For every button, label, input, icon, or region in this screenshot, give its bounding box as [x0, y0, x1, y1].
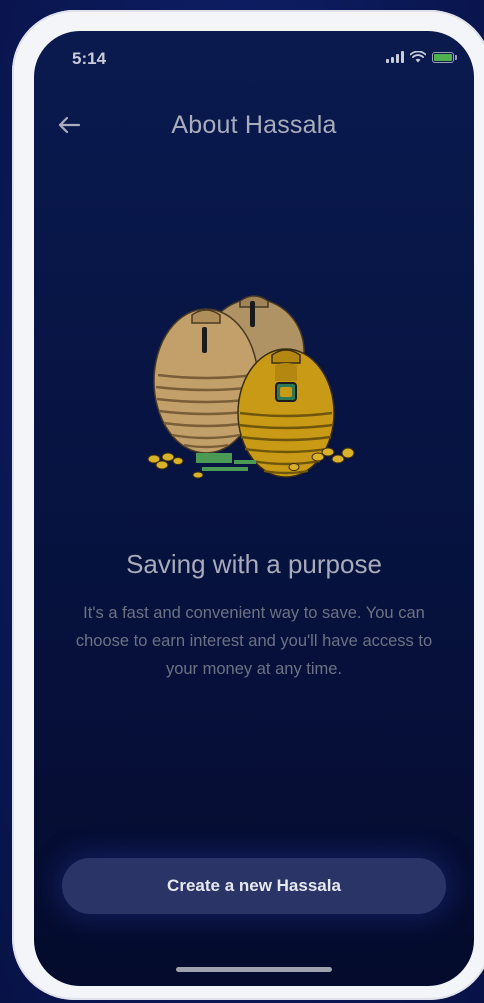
- savings-pots-illustration: [147, 295, 355, 479]
- description-text: It's a fast and convenient way to save. …: [75, 604, 433, 678]
- create-hassala-button[interactable]: Create a new Hassala: [62, 858, 446, 914]
- device-backdrop: 5:14 About Hassala Saving with a purpose…: [0, 0, 484, 1003]
- home-indicator[interactable]: [176, 967, 332, 972]
- cellular-signal-icon: [386, 51, 404, 63]
- headline: Saving with a purpose: [126, 549, 382, 579]
- battery-icon: [432, 51, 457, 63]
- status-icons: [386, 51, 457, 63]
- wifi-icon: [410, 51, 426, 63]
- page-title: About Hassala: [171, 111, 337, 139]
- app-screen: 5:14 About Hassala Saving with a purpose…: [34, 31, 474, 986]
- coins-left: [147, 452, 184, 470]
- status-time: 5:14: [72, 49, 107, 68]
- banknotes: [192, 453, 256, 479]
